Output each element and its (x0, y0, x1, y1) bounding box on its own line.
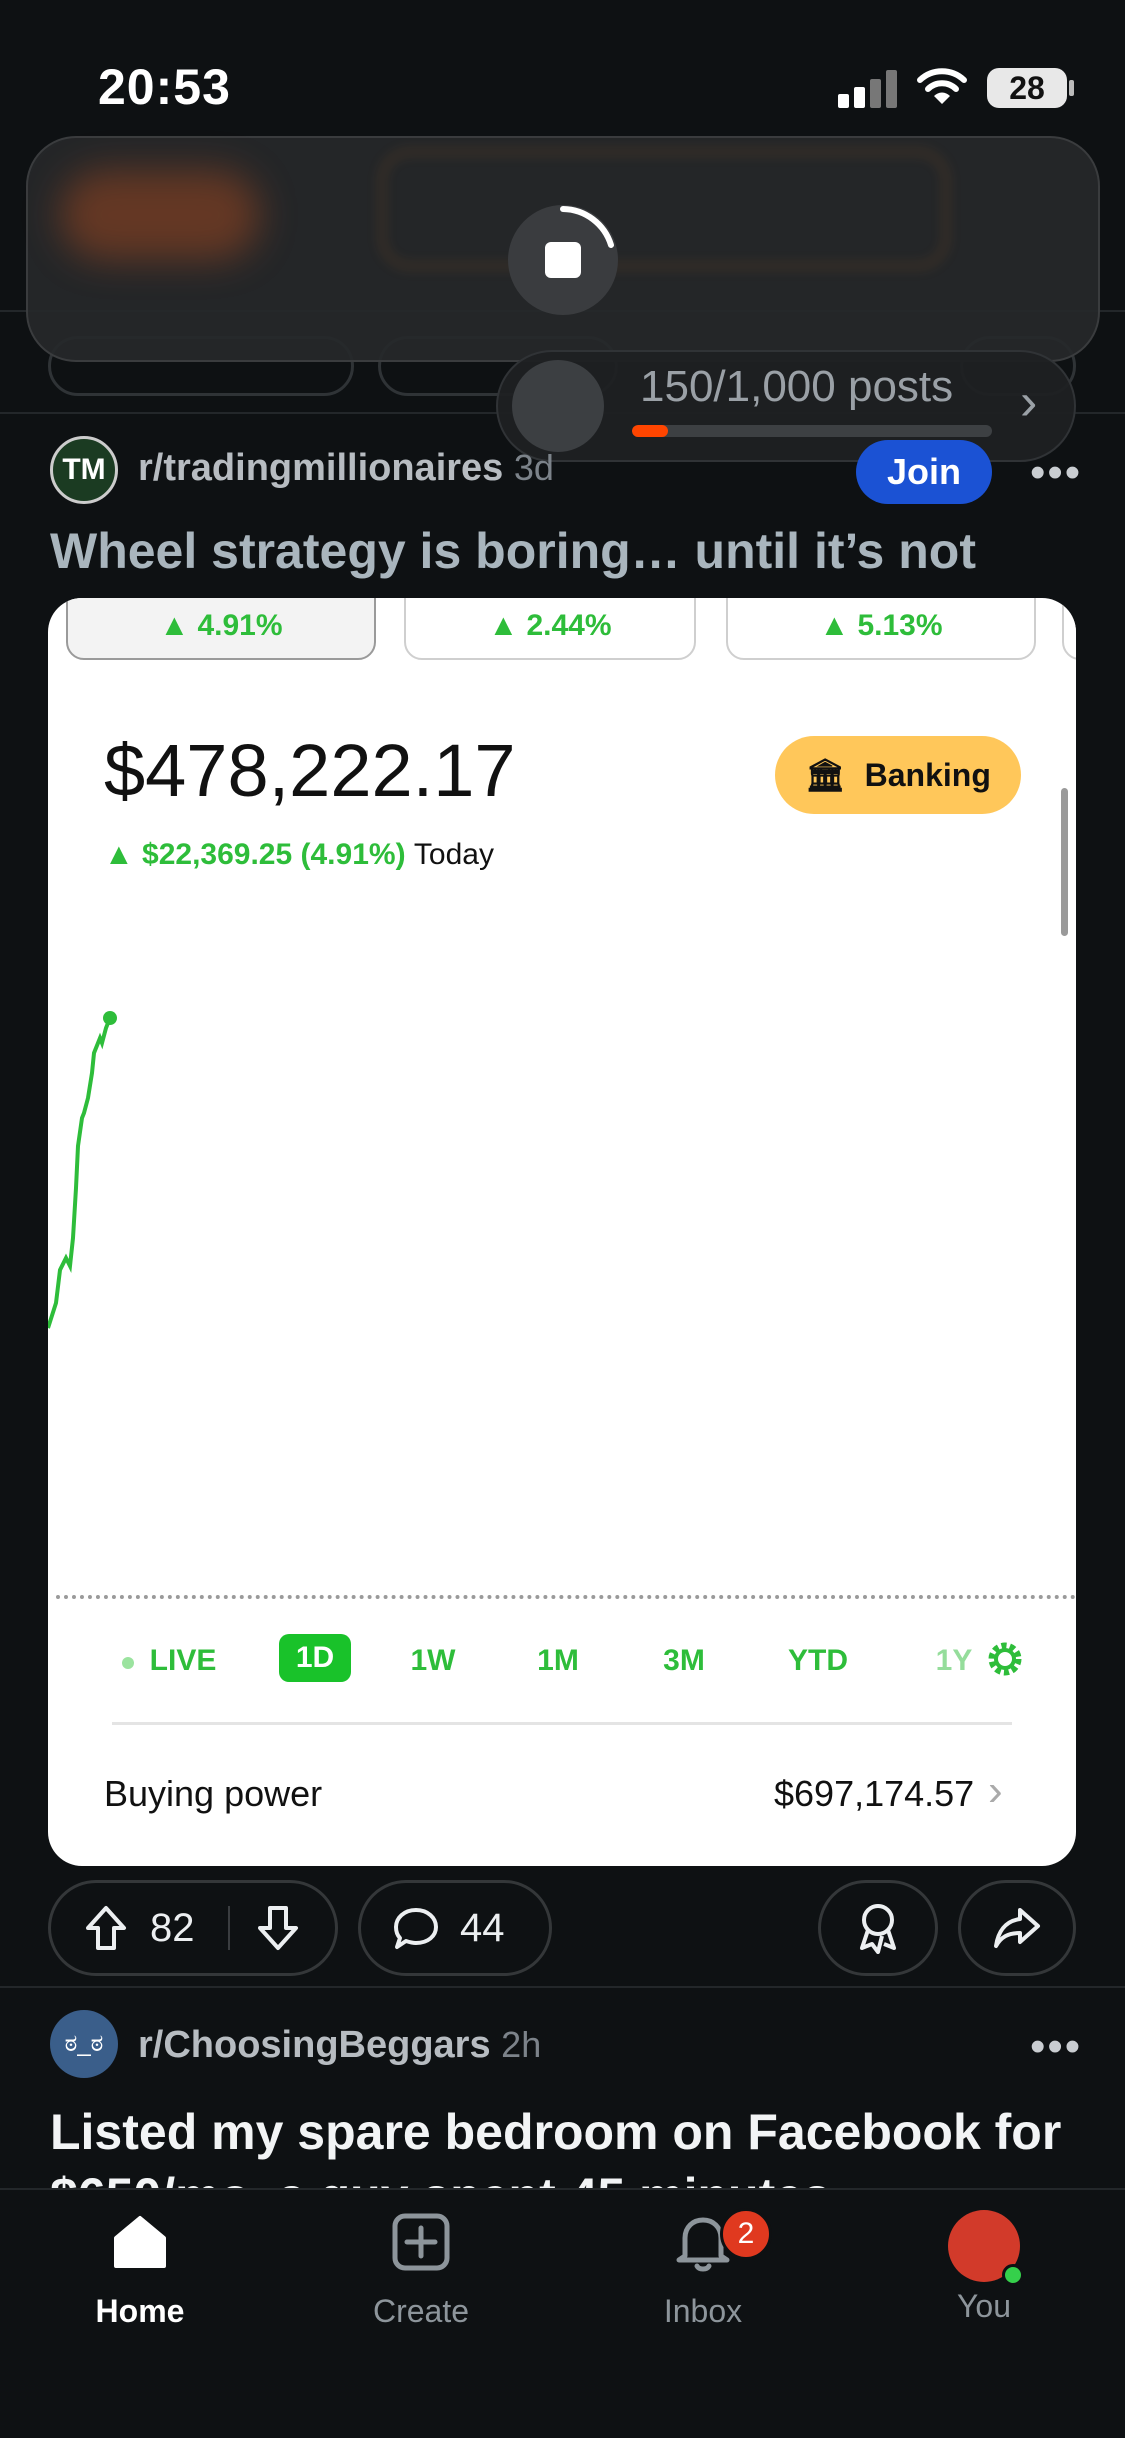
create-plus-icon (392, 2213, 450, 2271)
more-options-icon[interactable]: ••• (1030, 448, 1082, 498)
chevron-right-icon: › (1020, 373, 1038, 431)
live-dot-icon (122, 1657, 134, 1669)
subreddit-avatar[interactable]: ಠ_ಠ (50, 2010, 118, 2078)
battery-nub (1069, 80, 1074, 96)
comment-icon (394, 1908, 438, 1949)
post-age: 2h (501, 2024, 542, 2065)
portfolio-line-endpoint (103, 1011, 117, 1025)
baseline-dotted-line (56, 1595, 1076, 1599)
nav-create[interactable]: Create (331, 2210, 511, 2330)
nav-inbox-label: Inbox (663, 2293, 743, 2329)
settings-gear-icon (988, 1642, 1022, 1676)
divider (112, 1722, 1012, 1725)
stop-icon (545, 242, 581, 278)
wifi-icon (917, 68, 967, 104)
feed-divider (0, 1986, 1125, 1988)
nav-you-label: You (957, 2288, 1011, 2324)
status-time: 20:53 (98, 59, 231, 115)
subreddit-avatar[interactable]: TM (50, 436, 118, 504)
comments-button[interactable] (358, 1880, 552, 1976)
nav-home[interactable]: Home (50, 2210, 230, 2330)
progress-bar-fill (632, 425, 668, 437)
nav-home-label: Home (95, 2293, 185, 2329)
portfolio-line (48, 1017, 112, 1329)
progress-bar (632, 425, 992, 437)
comment-count: 44 (460, 1906, 505, 1950)
upvote-count: 82 (150, 1906, 195, 1950)
share-icon (994, 1908, 1040, 1948)
post-age: 3d (513, 447, 554, 488)
blurred-content (380, 150, 948, 268)
range-3m: 3M (663, 1644, 705, 1677)
nav-create-label: Create (372, 2293, 470, 2329)
portfolio-chart (48, 1011, 117, 1329)
buying-power-value: $697,174.57 (774, 1773, 975, 1814)
post-title[interactable]: Wheel strategy is boring… until it’s not (50, 522, 976, 580)
range-1y: 1Y (935, 1644, 973, 1677)
subreddit-link[interactable]: r/ChoosingBeggars (138, 2024, 491, 2066)
post-image[interactable]: ▲ 4.91% ▲ 2.44% ▲ 5.13% $478,222.17 ▲ $2… (48, 598, 1076, 1866)
downvote-icon[interactable] (256, 1904, 300, 1952)
online-status-dot (1002, 2264, 1024, 2286)
progress-label: 150/1,000 posts (640, 362, 954, 411)
join-button[interactable]: Join (856, 440, 992, 504)
range-1m: 1M (537, 1644, 579, 1677)
battery-indicator: 28 (987, 68, 1067, 108)
subreddit-link[interactable]: r/tradingmillionaires (138, 447, 503, 489)
cellular-signal-icon (838, 70, 898, 108)
inbox-badge: 2 (720, 2208, 772, 2260)
snoo-avatar-icon (512, 360, 604, 452)
range-1d: 1D (279, 1634, 351, 1682)
upvote-icon[interactable] (84, 1904, 128, 1952)
range-ytd: YTD (788, 1644, 848, 1677)
buying-power-label: Buying power (104, 1773, 323, 1814)
range-1w: 1W (410, 1644, 456, 1677)
home-icon (114, 2216, 166, 2268)
vote-divider (228, 1906, 230, 1950)
more-options-icon[interactable]: ••• (1030, 2022, 1082, 2072)
subreddit-name[interactable]: r/tradingmillionaires 3d (138, 447, 554, 490)
range-live: LIVE (149, 1644, 217, 1677)
subreddit-name[interactable]: r/ChoosingBeggars 2h (138, 2024, 541, 2067)
chevron-right-icon: › (988, 1766, 1003, 1815)
blurred-content (60, 170, 260, 260)
award-icon (860, 1904, 896, 1954)
